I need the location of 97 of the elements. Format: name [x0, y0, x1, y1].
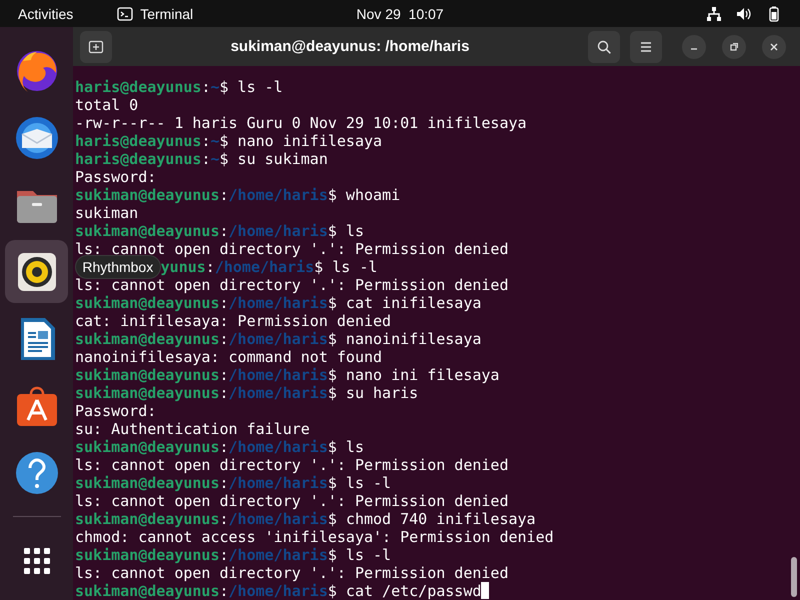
output-text: chmod: cannot access 'inifilesaya': Permission denied [75, 528, 554, 546]
prompt-path: /home/haris [228, 222, 328, 240]
prompt-user: sukiman@deayunus [75, 438, 220, 456]
prompt-separator: : [201, 132, 210, 150]
prompt-user: sukiman@deayunus [75, 330, 220, 348]
prompt-user: haris@deayunus [75, 78, 202, 96]
add-tab-icon [88, 38, 104, 54]
output-text: ls: cannot open directory '.': Permission denied [75, 240, 508, 258]
prompt-path: /home/haris [214, 258, 314, 276]
clock[interactable]: Nov 29 10:07 [356, 6, 444, 22]
output-text: ls: cannot open directory '.': Permission denied [75, 564, 508, 582]
prompt-separator: : [220, 186, 229, 204]
prompt-separator: : [220, 294, 229, 312]
command-text: $ nano ini filesaya [328, 366, 500, 384]
command-text: $ su sukiman [220, 150, 328, 168]
command-text: $ ls -l [328, 474, 392, 492]
maximize-button[interactable] [722, 34, 746, 58]
output-text: ls: cannot open directory '.': Permission denied [75, 276, 508, 294]
prompt-separator: : [220, 366, 229, 384]
terminal-icon [117, 6, 134, 22]
prompt-user: sukiman@deayunus [75, 294, 220, 312]
command-text: $ ls [328, 438, 364, 456]
output-text: ls: cannot open directory '.': Permission denied [75, 492, 508, 510]
restore-icon [728, 40, 740, 52]
prompt-user: sukiman@deayunus [75, 186, 220, 204]
command-text: $ su haris [328, 384, 418, 402]
command-text: $ cat inifilesaya [328, 294, 482, 312]
prompt-user: sukiman@deayunus [75, 582, 220, 600]
prompt-path: /home/haris [228, 330, 328, 348]
command-text: $ ls [328, 222, 364, 240]
prompt-user: sukiman@deayunus [75, 222, 220, 240]
activities-button[interactable]: Activities [18, 6, 74, 22]
prompt-user: haris@deayunus [75, 150, 202, 168]
prompt-separator: : [220, 510, 229, 528]
network-icon[interactable] [706, 6, 722, 22]
output-text: nanoinifilesaya: command not found [75, 348, 382, 366]
prompt-path: /home/haris [228, 546, 328, 564]
minimize-icon [691, 48, 697, 50]
search-button[interactable] [588, 30, 620, 62]
prompt-user: sukiman@deayunus [75, 384, 220, 402]
prompt-separator: : [220, 222, 229, 240]
prompt-separator: : [201, 150, 210, 168]
prompt-user: yunus [160, 258, 206, 276]
prompt-separator: : [220, 330, 229, 348]
output-text: sukiman [75, 204, 138, 222]
command-text: $ ls -l [314, 258, 378, 276]
close-button[interactable] [762, 34, 786, 58]
prompt-user: sukiman@deayunus [75, 474, 220, 492]
new-tab-button[interactable] [80, 30, 112, 62]
output-text: cat: inifilesaya: Permission denied [75, 312, 392, 330]
prompt-user: sukiman@deayunus [75, 366, 220, 384]
output-text: Password: [75, 402, 156, 420]
scrollbar-thumb[interactable] [791, 557, 797, 597]
prompt-user: sukiman@deayunus [75, 546, 220, 564]
close-icon [768, 40, 780, 52]
app-name: Terminal [140, 6, 194, 22]
prompt-path: /home/haris [228, 582, 328, 600]
command-text: $ ls -l [328, 546, 392, 564]
dock-item[interactable] [5, 240, 68, 303]
command-text: $ whoami [328, 186, 400, 204]
output-text: su: Authentication failure [75, 420, 310, 438]
prompt-path: ~ [210, 150, 220, 168]
prompt-separator: : [220, 582, 229, 600]
prompt-path: /home/haris [228, 186, 328, 204]
window-title: sukiman@deayunus: /home/haris [230, 38, 470, 55]
command-text: $ chmod 740 inifilesaya [328, 510, 536, 528]
command-text: $ cat /etc/passwd [328, 582, 482, 600]
tooltip: Rhythmbox [75, 255, 161, 279]
output-text: -rw-r--r-- 1 haris Guru 0 Nov 29 10:01 inifilesaya [75, 114, 527, 132]
output-text: total 0 [75, 96, 138, 114]
prompt-path: /home/haris [228, 384, 328, 402]
command-text: $ nano inifilesaya [220, 132, 382, 150]
search-icon [596, 38, 612, 54]
prompt-separator: : [201, 78, 210, 96]
prompt-user: sukiman@deayunus [75, 510, 220, 528]
prompt-path: ~ [210, 78, 220, 96]
output-text: Password: [75, 168, 156, 186]
minimize-button[interactable] [682, 34, 706, 58]
menu-button[interactable] [630, 30, 662, 62]
prompt-path: ~ [210, 132, 220, 150]
grid-icon [22, 546, 52, 576]
prompt-separator: : [206, 258, 215, 276]
volume-icon[interactable] [736, 6, 752, 22]
prompt-path: /home/haris [228, 474, 328, 492]
prompt-path: /home/haris [228, 510, 328, 528]
prompt-separator: : [220, 546, 229, 564]
output-text: ls: cannot open directory '.': Permission denied [75, 456, 508, 474]
prompt-path: /home/haris [228, 438, 328, 456]
command-text: $ ls -l [220, 78, 283, 96]
prompt-path: /home/haris [228, 294, 328, 312]
command-text: $ nanoinifilesaya [328, 330, 482, 348]
app-menu[interactable]: Terminal [117, 6, 194, 22]
prompt-separator: : [220, 384, 229, 402]
prompt-path: /home/haris [228, 366, 328, 384]
prompt-user: haris@deayunus [75, 132, 202, 150]
prompt-separator: : [220, 438, 229, 456]
prompt-separator: : [220, 474, 229, 492]
